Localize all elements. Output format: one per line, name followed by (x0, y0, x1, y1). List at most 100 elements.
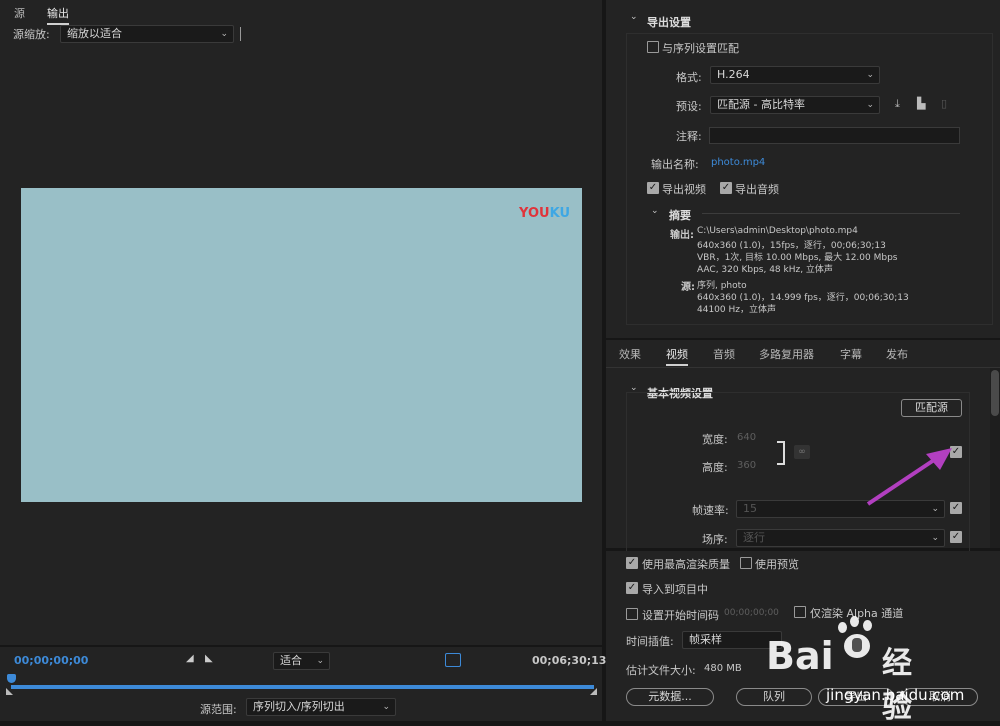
out-handle-icon[interactable] (590, 688, 597, 695)
field-order-checkbox[interactable]: ✓ (950, 531, 962, 543)
baidu-brand-cn: 经验 (882, 646, 912, 725)
use-preview-label: 使用预览 (755, 558, 799, 571)
video-settings-panel: 效果 视频 音频 多路复用器 字幕 发布 ⌄ 基本视频设置 匹配源 宽度: 64… (606, 340, 1000, 552)
youku-logo: YOUKU (519, 206, 570, 221)
format-dropdown[interactable]: H.264 ⌄ (710, 66, 880, 84)
baidu-watermark: Bai 经验 jingyan.baidu.com (766, 614, 996, 725)
paw-icon (836, 616, 878, 662)
source-range-value: 序列切入/序列切出 (253, 700, 345, 713)
export-settings-panel: ⌄ 导出设置 与序列设置匹配 格式: H.264 ⌄ 预设: 匹配源 - 高比特… (606, 0, 1000, 338)
width-value[interactable]: 640 (737, 432, 756, 443)
framerate-label: 帧速率: (692, 504, 729, 517)
summary-output-line: AAC, 320 Kbps, 48 kHz, 立体声 (697, 265, 833, 275)
preset-dropdown[interactable]: 匹配源 - 高比特率 ⌄ (710, 96, 880, 114)
export-video-label: 导出视频 (662, 183, 706, 196)
link-bracket (777, 441, 785, 465)
summary-source-line: 44100 Hz，立体声 (697, 305, 776, 315)
link-icon[interactable]: ∞ (794, 445, 810, 459)
source-scale-dropdown[interactable]: 缩放以适合 ⌄ (60, 25, 234, 43)
estimated-size-label: 估计文件大小: (626, 664, 696, 677)
field-order-label: 场序: (702, 533, 728, 546)
set-start-timecode-label: 设置开始时间码 (642, 609, 719, 622)
time-interpolation-value: 帧采样 (689, 633, 722, 646)
video-preview: YOUKU (21, 188, 582, 502)
source-range-dropdown[interactable]: 序列切入/序列切出 ⌄ (246, 698, 396, 716)
chevron-down-icon: ⌄ (931, 533, 939, 543)
summary-output-line: C:\Users\admin\Desktop\photo.mp4 (697, 226, 858, 236)
chevron-down-icon: ⌄ (220, 29, 228, 39)
chevron-down-icon: ⌄ (866, 100, 874, 110)
export-audio-checkbox[interactable]: ✓ (720, 182, 732, 194)
tab-captions[interactable]: 字幕 (840, 346, 862, 362)
output-name-label: 输出名称: (651, 158, 699, 171)
tab-output[interactable]: 输出 (47, 5, 69, 25)
height-label: 高度: (702, 461, 728, 474)
height-value[interactable]: 360 (737, 460, 756, 471)
summary-source-label: 源: (681, 282, 695, 293)
summary-title: 摘要 (669, 209, 691, 222)
annotation-arrow-icon (866, 448, 952, 506)
chevron-down-icon[interactable]: ⌄ (630, 12, 638, 22)
match-source-button[interactable]: 匹配源 (901, 399, 962, 417)
baidu-logo: Bai 经验 (766, 616, 912, 725)
timecode-end: 00;06;30;13 (532, 654, 607, 667)
preset-label: 预设: (676, 100, 702, 113)
chevron-down-icon: ⌄ (866, 70, 874, 80)
field-order-dropdown[interactable]: 逐行 ⌄ (736, 529, 945, 547)
chevron-down-icon: ⌄ (382, 702, 390, 712)
export-settings-title: 导出设置 (647, 16, 691, 29)
tabs-divider (606, 367, 1000, 368)
scrollbar-thumb[interactable] (991, 370, 999, 416)
delete-preset-icon[interactable]: ▯ (941, 97, 947, 110)
estimated-size-value: 480 MB (704, 663, 742, 674)
match-sequence-checkbox[interactable] (647, 41, 659, 53)
comment-input[interactable] (709, 127, 960, 144)
use-preview-checkbox[interactable] (740, 557, 752, 569)
tab-source[interactable]: 源 (14, 5, 25, 21)
output-name-link[interactable]: photo.mp4 (711, 157, 765, 168)
baidu-url: jingyan.baidu.com (826, 686, 965, 704)
time-interpolation-label: 时间插值: (626, 635, 674, 648)
format-value: H.264 (717, 68, 750, 81)
source-scale-label: 源缩放: (13, 28, 50, 41)
framerate-value: 15 (743, 502, 757, 515)
summary-output-label: 输出: (670, 230, 694, 241)
width-label: 宽度: (702, 433, 728, 446)
tab-audio[interactable]: 音频 (713, 346, 735, 362)
comment-label: 注释: (676, 130, 702, 143)
match-sequence-label: 与序列设置匹配 (662, 42, 739, 55)
tab-publish[interactable]: 发布 (886, 346, 908, 362)
tab-video[interactable]: 视频 (666, 346, 688, 366)
summary-divider (702, 213, 960, 214)
set-start-timecode-checkbox[interactable] (626, 608, 638, 620)
save-preset-icon[interactable]: ⤓ (895, 97, 900, 111)
import-project-label: 导入到项目中 (642, 583, 708, 596)
preset-value: 匹配源 - 高比特率 (717, 98, 805, 111)
mark-out-icon[interactable]: ◣ (205, 653, 213, 664)
fit-dropdown[interactable]: 适合 ⌄ (273, 652, 330, 670)
export-video-checkbox[interactable]: ✓ (647, 182, 659, 194)
tab-multiplexer[interactable]: 多路复用器 (759, 346, 814, 362)
timeline-range-bar[interactable] (11, 685, 594, 689)
format-label: 格式: (676, 71, 702, 84)
timecode-start[interactable]: 00;00;00;00 (14, 654, 88, 667)
max-render-quality-checkbox[interactable]: ✓ (626, 557, 638, 569)
in-handle-icon[interactable] (6, 688, 13, 695)
program-monitor-panel: 源 输出 源缩放: 缩放以适合 ⌄ YOUKU (0, 0, 602, 645)
playhead-icon[interactable] (7, 674, 16, 683)
timeline-panel: 00;00;00;00 ◢ ◣ 适合 ⌄ 00;06;30;13 源范围: 序列… (0, 647, 606, 721)
fit-value: 适合 (280, 654, 302, 667)
tab-effects[interactable]: 效果 (619, 346, 641, 362)
field-order-value: 逐行 (743, 531, 765, 544)
chevron-down-icon[interactable]: ⌄ (651, 206, 659, 216)
import-project-checkbox[interactable]: ✓ (626, 582, 638, 594)
source-scale-value: 缩放以适合 (67, 27, 122, 40)
aspect-toggle-icon[interactable] (445, 653, 461, 667)
mark-in-icon[interactable]: ◢ (186, 653, 194, 664)
separator-bar (240, 27, 241, 41)
export-audio-label: 导出音频 (735, 183, 779, 196)
import-preset-icon[interactable]: ▙ (917, 97, 925, 110)
max-render-quality-label: 使用最高渲染质量 (642, 558, 730, 571)
chevron-down-icon: ⌄ (316, 656, 324, 666)
metadata-button[interactable]: 元数据... (626, 688, 714, 706)
